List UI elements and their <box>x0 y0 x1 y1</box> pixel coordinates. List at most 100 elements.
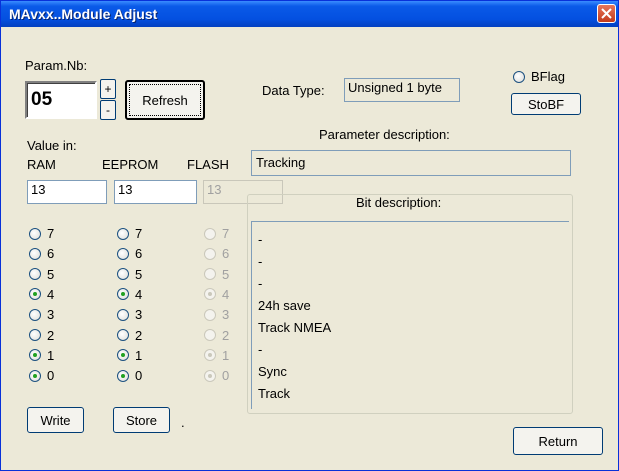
eeprom-bit-radio-button[interactable] <box>117 247 129 260</box>
param-desc-field: Tracking <box>251 150 571 176</box>
ram-bit-radio-button[interactable] <box>29 329 41 341</box>
flash-bit-radio-button <box>204 247 216 260</box>
ram-bit-2-radio[interactable]: 2 <box>29 327 54 344</box>
flash-bit-radio-button <box>204 329 216 341</box>
bit-desc-line: Track NMEA <box>258 320 332 335</box>
param-nb-field[interactable]: 05 <box>25 81 97 119</box>
bit-number-label: 3 <box>222 307 230 323</box>
eeprom-bit-3-radio[interactable]: 3 <box>117 306 142 323</box>
bit-number-label: 4 <box>222 286 230 302</box>
eeprom-bit-4-radio[interactable]: 4 <box>117 286 142 303</box>
eeprom-bit-7-radio[interactable]: 7 <box>117 225 142 242</box>
bit-number-label: 6 <box>135 246 143 262</box>
param-down-button[interactable]: - <box>100 100 116 120</box>
bit-number-label: 3 <box>47 307 55 323</box>
ram-bit-radio-button[interactable] <box>29 308 41 321</box>
eeprom-bit-radio-button[interactable] <box>117 288 129 301</box>
window-title: MAvxx..Module Adjust <box>9 6 158 22</box>
bit-number-label: 7 <box>47 226 55 241</box>
flash-bit-2-radio: 2 <box>204 327 229 344</box>
flash-bit-radio-button <box>204 369 216 382</box>
close-button[interactable] <box>597 4 616 23</box>
eeprom-bit-5-radio[interactable]: 5 <box>117 266 142 283</box>
module-adjust-window: MAvxx..Module Adjust Param.Nb: 05 + - Re… <box>0 0 619 471</box>
param-nb-label: Param.Nb: <box>25 58 88 73</box>
write-button[interactable]: Write <box>27 407 84 433</box>
param-spinner: + - <box>100 79 116 121</box>
ram-bit-radio-button[interactable] <box>29 247 41 260</box>
bit-number-label: 5 <box>222 266 230 282</box>
bflag-radio-button[interactable] <box>513 70 525 83</box>
ram-bit-radio-button[interactable] <box>29 369 41 382</box>
bit-number-label: 4 <box>47 286 55 302</box>
ram-label: RAM <box>27 157 56 172</box>
eeprom-bit-radio-button[interactable] <box>117 268 129 281</box>
bit-number-label: 1 <box>47 347 55 363</box>
ram-bit-0-radio[interactable]: 0 <box>29 367 54 384</box>
eeprom-bit-radio-button[interactable] <box>117 349 129 362</box>
bit-desc-line: 24h save <box>258 298 311 313</box>
bit-number-label: 2 <box>222 327 230 343</box>
ram-bit-5-radio[interactable]: 5 <box>29 266 54 283</box>
ram-bit-radio-button[interactable] <box>29 268 41 281</box>
flash-bit-1-radio: 1 <box>204 347 229 364</box>
bflag-label: BFlag <box>531 69 565 84</box>
eeprom-bit-0-radio[interactable]: 0 <box>117 367 142 384</box>
data-type-label: Data Type: <box>262 83 325 98</box>
value-in-label: Value in: <box>27 138 77 153</box>
flash-bit-radio-button <box>204 268 216 281</box>
return-button[interactable]: Return <box>513 427 603 455</box>
flash-bit-4-radio: 4 <box>204 286 229 303</box>
flash-bit-6-radio: 6 <box>204 245 229 262</box>
bit-number-label: 0 <box>47 368 55 384</box>
ram-bit-3-radio[interactable]: 3 <box>29 306 54 323</box>
ram-bit-radio-button[interactable] <box>29 288 41 301</box>
flash-label: FLASH <box>187 157 229 172</box>
ram-bit-6-radio[interactable]: 6 <box>29 245 54 262</box>
ram-bit-4-radio[interactable]: 4 <box>29 286 54 303</box>
bit-desc-line: - <box>258 276 263 291</box>
flash-bit-3-radio: 3 <box>204 306 229 323</box>
ram-bit-radio-button[interactable] <box>29 349 41 362</box>
eeprom-bit-1-radio[interactable]: 1 <box>117 347 142 364</box>
ram-value-field[interactable]: 13 <box>27 180 107 204</box>
bit-desc-line: Track <box>258 386 291 401</box>
ram-bit-radio-button[interactable] <box>29 227 41 240</box>
bit-desc-line: - <box>258 232 263 247</box>
refresh-button[interactable]: Refresh <box>125 80 205 120</box>
eeprom-bit-radio-button[interactable] <box>117 329 129 341</box>
bit-number-label: 5 <box>47 266 55 282</box>
ram-bit-1-radio[interactable]: 1 <box>29 347 54 364</box>
bit-number-label: 2 <box>47 327 55 343</box>
bit-number-label: 6 <box>222 246 230 262</box>
store-button[interactable]: Store <box>113 407 170 433</box>
close-icon <box>601 8 612 19</box>
bflag-radio[interactable]: BFlag <box>513 68 565 85</box>
eeprom-bit-6-radio[interactable]: 6 <box>117 245 142 262</box>
bit-desc-line: - <box>258 254 263 269</box>
bit-number-label: 5 <box>135 266 143 282</box>
bit-number-label: 1 <box>222 347 230 363</box>
title-bar[interactable]: MAvxx..Module Adjust <box>1 1 618 27</box>
ram-bit-7-radio[interactable]: 7 <box>29 225 54 242</box>
status-text: . <box>181 415 185 430</box>
param-up-button[interactable]: + <box>100 79 116 99</box>
bit-desc-line: - <box>258 342 263 357</box>
eeprom-bit-radio-button[interactable] <box>117 369 129 382</box>
bit-number-label: 6 <box>47 246 55 262</box>
bit-number-label: 0 <box>135 368 143 384</box>
eeprom-bit-radio-button[interactable] <box>117 308 129 321</box>
flash-bit-radio-button <box>204 308 216 321</box>
eeprom-value-field[interactable]: 13 <box>114 180 197 204</box>
eeprom-label: EEPROM <box>102 157 159 172</box>
flash-bit-radio-button <box>204 227 216 240</box>
bit-desc-line: Sync <box>258 364 287 379</box>
bit-number-label: 4 <box>135 286 143 302</box>
param-desc-label: Parameter description: <box>319 127 450 142</box>
stobf-button[interactable]: StoBF <box>511 93 581 115</box>
flash-bit-radio-button <box>204 349 216 362</box>
eeprom-bit-radio-button[interactable] <box>117 227 129 240</box>
bit-number-label: 3 <box>135 307 143 323</box>
data-type-value: Unsigned 1 byte <box>344 78 460 102</box>
eeprom-bit-2-radio[interactable]: 2 <box>117 327 142 344</box>
